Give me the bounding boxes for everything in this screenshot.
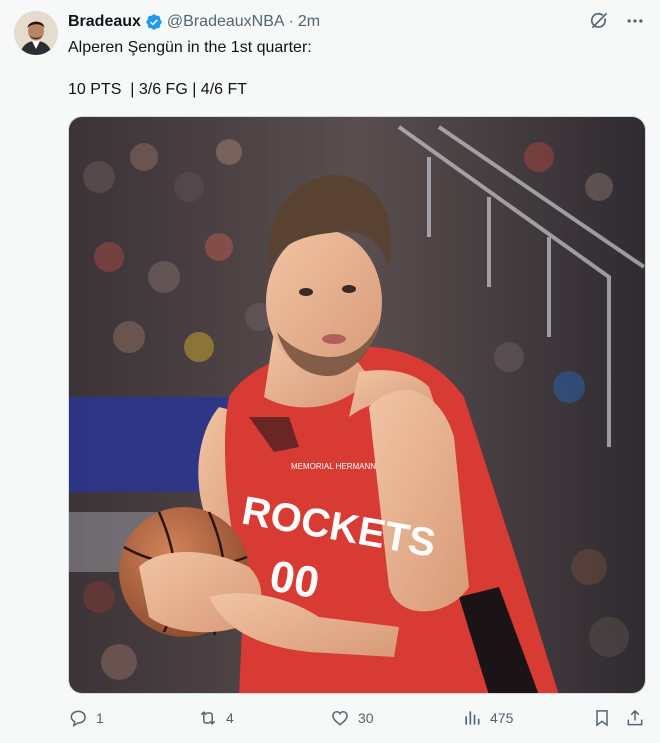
like-button[interactable]: 30 [330,708,374,728]
timestamp[interactable]: 2m [298,13,320,31]
reply-icon [70,710,86,728]
like-count: 30 [358,710,374,726]
tweet-text-line-2: 10 PTS | 3/6 FG | 4/6 FT [68,81,248,98]
tweet-header: Bradeaux @BradeauxNBA · 2m [68,12,320,32]
jersey-patch: MEMORIAL HERMANN [291,462,376,471]
like-icon [332,710,348,726]
reply-count: 1 [96,710,104,726]
bookmark-icon [596,710,608,727]
tweet[interactable]: Bradeaux @BradeauxNBA · 2m Alperen Şengü… [0,0,660,743]
separator-dot: · [288,13,294,30]
action-bar: 1 4 30 475 [68,708,646,732]
more-icon[interactable] [624,10,646,32]
author-handle[interactable]: @BradeauxNBA [167,13,285,31]
verified-badge-icon [145,13,163,31]
retweet-button[interactable]: 4 [198,708,234,728]
share-button[interactable] [625,708,645,728]
retweet-count: 4 [226,710,234,726]
tweet-text-line-1: Alperen Şengün in the 1st quarter: [68,39,312,56]
grok-icon[interactable] [588,10,610,32]
retweet-icon [200,711,216,725]
avatar[interactable] [14,11,58,55]
share-icon [627,709,643,726]
bookmark-button[interactable] [592,708,612,728]
views-count: 475 [490,710,514,726]
top-actions [588,10,646,32]
views-button[interactable]: 475 [462,708,513,728]
author-name[interactable]: Bradeaux [68,13,141,31]
reply-button[interactable]: 1 [68,708,104,728]
tweet-photo[interactable]: ROCKETS 00 MEMORIAL HERMANN [68,116,646,694]
views-icon [465,711,480,725]
